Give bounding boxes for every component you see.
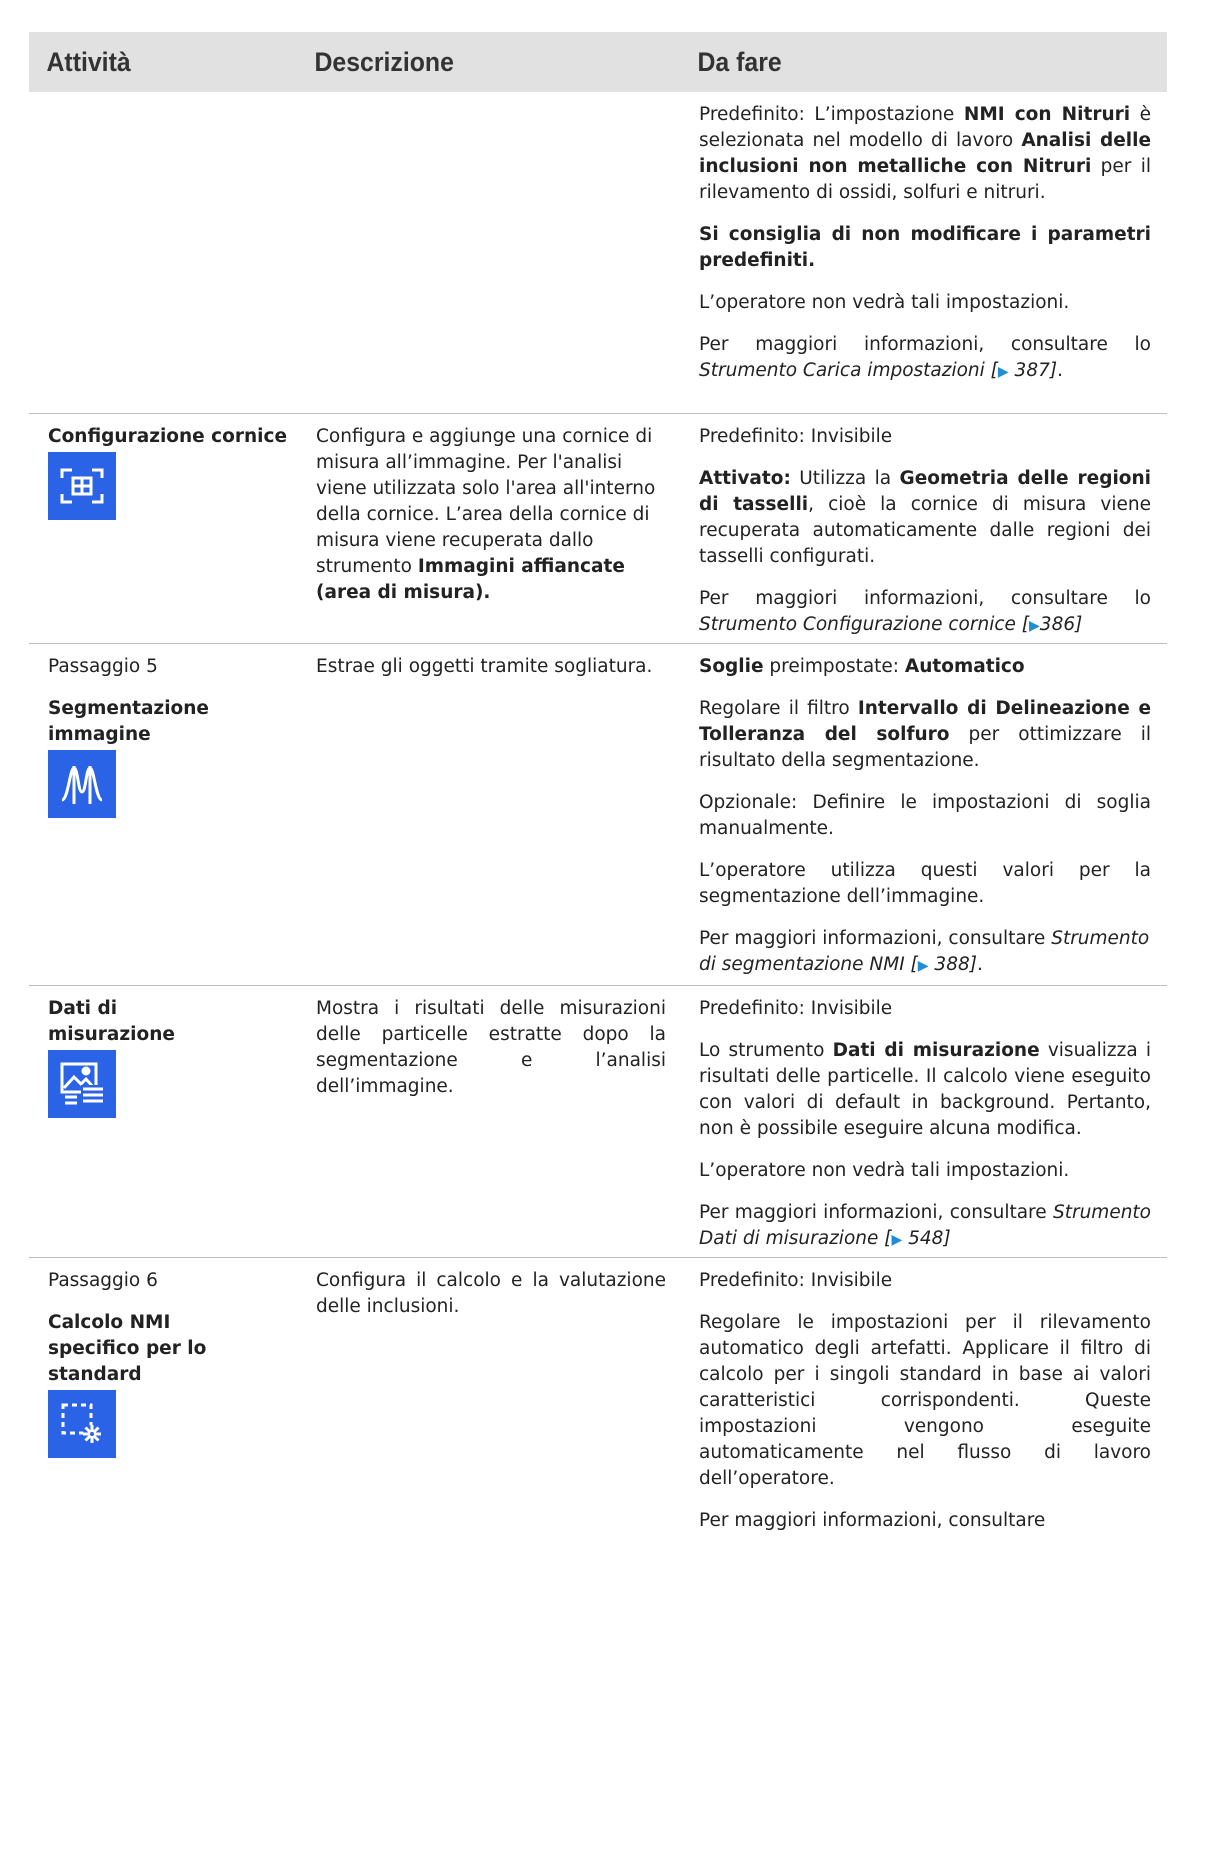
- header-todo: Da fare: [697, 47, 782, 77]
- header-description: Descrizione: [314, 47, 454, 77]
- activity-title: Configurazione cornice: [48, 426, 287, 447]
- table-row: Dati di misurazione Mostra i risultati d…: [29, 986, 1167, 1258]
- segmentation-icon: [48, 750, 116, 818]
- table-header: Attività Descrizione Da fare: [29, 32, 1167, 92]
- link-arrow-icon: ▶: [997, 364, 1009, 380]
- activity-cell: Passaggio 5 Segmentazione immagine: [29, 644, 297, 985]
- activity-title: Dati di misurazione: [48, 998, 175, 1045]
- nmi-calculation-icon: [48, 1390, 116, 1458]
- activity-cell: Configurazione cornice: [29, 414, 297, 643]
- activity-cell: Dati di misurazione: [29, 986, 297, 1257]
- activity-title: Segmentazione immagine: [48, 698, 209, 745]
- description-cell: Estrae gli oggetti tramite sogliatura.: [316, 656, 653, 677]
- link-arrow-icon: ▶: [1029, 618, 1040, 634]
- todo-cell: Predefinito: Invisibile Attivato: Utiliz…: [699, 426, 1152, 635]
- todo-cell: Predefinito: Invisibile Regolare le impo…: [699, 1270, 1151, 1531]
- frame-config-icon: [48, 452, 116, 520]
- todo-cell: Soglie preimpostate: Automatico Regolare…: [699, 656, 1152, 975]
- table-row: Predefinito: L’impostazione NMI con Nitr…: [29, 92, 1167, 414]
- step-label: Passaggio 6: [48, 1270, 158, 1291]
- measurement-data-icon: [48, 1050, 116, 1118]
- link-arrow-icon: ▶: [891, 1232, 903, 1248]
- link-frame-config[interactable]: Strumento Configurazione cornice [▶386]: [699, 614, 1082, 635]
- activity-table: Attività Descrizione Da fare Predefinito…: [29, 32, 1167, 1550]
- table-row: Passaggio 6 Calcolo NMI specifico per lo…: [29, 1258, 1167, 1550]
- description-cell: Configura e aggiunge una cornice di misu…: [316, 426, 656, 603]
- activity-cell: Passaggio 6 Calcolo NMI specifico per lo…: [29, 1258, 297, 1550]
- activity-title: Calcolo NMI specifico per lo standard: [48, 1312, 207, 1385]
- link-load-settings[interactable]: Strumento Carica impostazioni [▶ 387]: [699, 360, 1057, 381]
- table-row: Configurazione cornice Configura e aggiu…: [29, 414, 1167, 644]
- table-row: Passaggio 5 Segmentazione immagine Estra…: [29, 644, 1167, 986]
- todo-cell: Predefinito: L’impostazione NMI con Nitr…: [699, 104, 1151, 381]
- description-cell: Mostra i risultati delle misurazioni del…: [316, 998, 666, 1097]
- todo-cell: Predefinito: Invisibile Lo strumento Dat…: [699, 998, 1151, 1249]
- description-cell: Configura il calcolo e la valutazione de…: [316, 1270, 666, 1317]
- header-activity: Attività: [46, 47, 131, 77]
- step-label: Passaggio 5: [48, 656, 158, 677]
- link-arrow-icon: ▶: [917, 958, 929, 974]
